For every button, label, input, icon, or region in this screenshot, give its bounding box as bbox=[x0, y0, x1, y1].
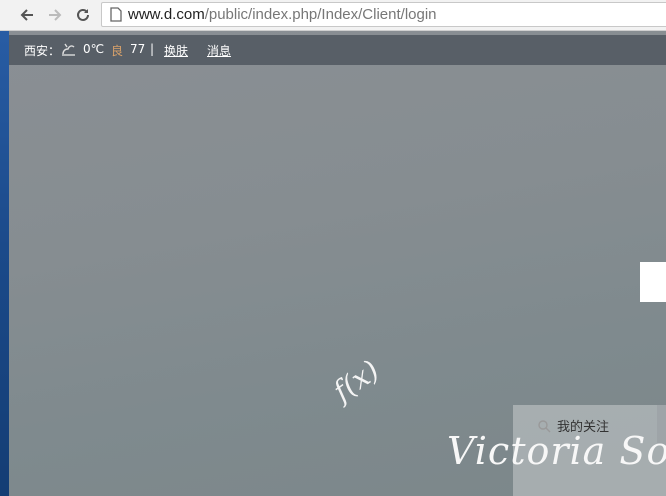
desktop-background bbox=[0, 0, 9, 496]
separator: | bbox=[150, 42, 155, 56]
back-icon bbox=[20, 9, 33, 21]
signature-text: Victoria So bbox=[447, 429, 666, 473]
air-quality-level: 良 bbox=[111, 44, 124, 58]
forward-button[interactable] bbox=[44, 4, 66, 26]
back-button[interactable] bbox=[16, 4, 38, 26]
reload-button[interactable] bbox=[72, 4, 94, 26]
fx-doodle: f(x) bbox=[327, 353, 386, 409]
weather-bar: 西安： 0℃ 良 77 | 换肤 消息 bbox=[9, 35, 666, 65]
url-text: www.d.com/public/index.php/Index/Client/… bbox=[128, 3, 437, 26]
browser-toolbar: www.d.com/public/index.php/Index/Client/… bbox=[0, 0, 666, 31]
city-label: 西安： bbox=[24, 44, 61, 58]
url-path: /public/index.php/Index/Client/login bbox=[204, 6, 437, 23]
url-host: www.d.com bbox=[128, 6, 205, 23]
message-link[interactable]: 消息 bbox=[207, 42, 231, 59]
reload-icon bbox=[77, 8, 89, 21]
temperature: 0℃ bbox=[83, 42, 105, 56]
address-bar[interactable]: www.d.com/public/index.php/Index/Client/… bbox=[101, 2, 666, 27]
skin-link[interactable]: 换肤 bbox=[164, 42, 188, 59]
weather-icon bbox=[59, 38, 79, 61]
page-content: 西安： 0℃ 良 77 | 换肤 消息 f(x) 我的关注 Victoria S… bbox=[9, 31, 666, 496]
forward-icon bbox=[49, 9, 62, 21]
air-quality-value: 77 bbox=[130, 42, 146, 56]
side-widget[interactable] bbox=[640, 262, 666, 302]
page-icon bbox=[110, 7, 122, 22]
